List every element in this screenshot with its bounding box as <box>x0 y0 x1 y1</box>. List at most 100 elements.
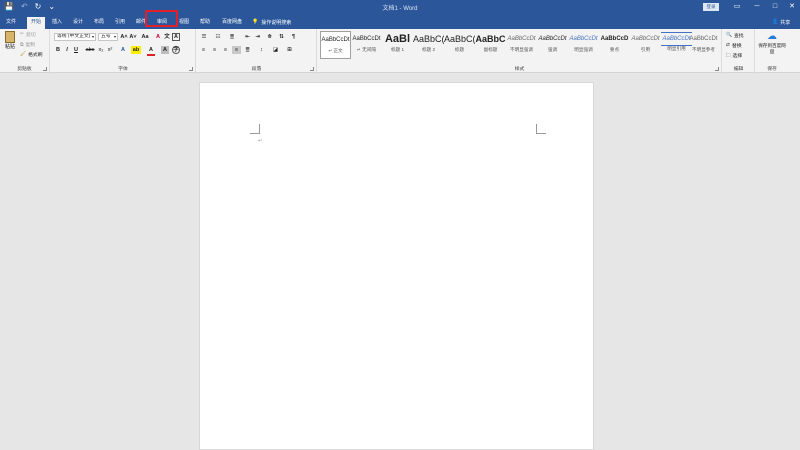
sort-icon[interactable]: ⇅ <box>277 33 286 41</box>
ribbon-display-icon[interactable]: ▭ <box>730 1 744 12</box>
style-sample: AaBbC( <box>444 34 475 44</box>
replace-button[interactable]: ⇄ 替换 <box>726 42 742 49</box>
maximize-icon[interactable]: □ <box>768 1 782 12</box>
paste-button[interactable]: 粘贴 <box>2 31 18 50</box>
strikethrough-button[interactable]: abc <box>85 46 95 54</box>
clear-format-button[interactable]: A <box>154 33 162 41</box>
distributed-icon[interactable]: ≣ <box>243 46 252 54</box>
document-title: 文档1 - Word <box>382 6 418 12</box>
close-icon[interactable]: ✕ <box>785 1 799 12</box>
style-sample: AaBbCcDt <box>321 37 350 43</box>
style-subtle-emphasis[interactable]: AaBbCcDt 不明显强调 <box>506 31 537 59</box>
font-name-select[interactable]: 等线 (中文正文) ▾ <box>54 33 96 41</box>
paragraph-launcher-icon[interactable] <box>310 67 314 71</box>
change-case-button[interactable]: Aa <box>140 33 150 41</box>
style-subtle-reference[interactable]: AaBbCcDt 不明显参考 <box>688 31 719 59</box>
lightbulb-icon: 💡 <box>252 19 259 25</box>
chevron-down-icon: ▾ <box>113 34 116 39</box>
bullets-icon[interactable]: ☰ <box>199 33 209 41</box>
tab-home[interactable]: 开始 <box>27 17 45 29</box>
find-label: 查找 <box>733 34 744 39</box>
chinese-layout-icon[interactable]: ⟰ <box>265 33 274 41</box>
font-size-select[interactable]: 五号 ▾ <box>98 33 118 41</box>
login-button[interactable]: 登录 <box>703 3 719 11</box>
replace-icon: ⇄ <box>726 43 731 48</box>
margin-corner-top-left <box>250 124 260 134</box>
borders-icon[interactable]: ⊞ <box>285 46 294 54</box>
save-group-label: 保存 <box>767 67 777 72</box>
line-spacing-icon[interactable]: ↕ <box>257 46 266 54</box>
tab-baidu-netdisk[interactable]: 百度网盘 <box>218 17 246 28</box>
editing-group-label: 编辑 <box>733 67 744 72</box>
shading-icon[interactable]: ◪ <box>271 46 280 54</box>
subscript-button[interactable]: x₂ <box>97 46 105 54</box>
chevron-down-icon: ▾ <box>91 34 94 39</box>
font-color-button[interactable]: A <box>147 46 155 56</box>
tab-insert[interactable]: 插入 <box>48 17 66 28</box>
enclose-characters-button[interactable]: 字 <box>172 46 180 54</box>
underline-button[interactable]: U <box>72 46 80 54</box>
styles-gallery: AaBbCcDt ↵ 正文 AaBbCcDt ↵ 无间隔 AaBl 标题 1 A… <box>318 31 720 61</box>
numbering-icon[interactable]: ☷ <box>213 33 223 41</box>
style-intense-emphasis[interactable]: AaBbCcDt 明显强调 <box>568 31 599 59</box>
shrink-font-button[interactable]: A˅ <box>129 33 137 41</box>
copy-button[interactable]: ⧉ 复制 <box>20 41 35 49</box>
style-normal[interactable]: AaBbCcDt ↵ 正文 <box>320 31 351 59</box>
style-emphasis[interactable]: AaBbCcDt 强调 <box>537 31 568 59</box>
style-title[interactable]: AaBbC( 标题 <box>444 31 475 59</box>
style-name: 不明显强调 <box>510 47 533 52</box>
multilevel-list-icon[interactable]: ≣ <box>227 33 237 41</box>
superscript-button[interactable]: x² <box>106 46 114 54</box>
tab-file[interactable]: 文件 <box>2 17 20 28</box>
tell-me-search[interactable]: 💡 操作说明搜索 <box>252 19 291 26</box>
tab-design[interactable]: 设计 <box>69 17 87 28</box>
style-sample: AaBbCcDt <box>538 36 567 42</box>
style-no-spacing[interactable]: AaBbCcDt ↵ 无间隔 <box>351 31 382 59</box>
cut-label: 剪切 <box>26 33 36 38</box>
decrease-indent-icon[interactable]: ⇤ <box>243 33 252 41</box>
style-name: ↵ 正文 <box>328 48 343 53</box>
styles-launcher-icon[interactable] <box>715 67 719 71</box>
paragraph-group-label: 段落 <box>251 67 262 72</box>
style-sample: AaBbCcDt <box>569 36 598 42</box>
document-page[interactable]: ↵ <box>199 82 594 450</box>
tab-layout[interactable]: 布局 <box>90 17 108 28</box>
align-center-icon[interactable]: ≡ <box>210 46 219 54</box>
justify-icon[interactable]: ≡ <box>232 46 241 54</box>
show-marks-icon[interactable]: ¶ <box>289 33 298 41</box>
grow-font-button[interactable]: A˄ <box>120 33 128 41</box>
align-left-icon[interactable]: ≡ <box>199 46 208 54</box>
tab-help[interactable]: 帮助 <box>196 17 214 28</box>
highlight-color-button[interactable]: ab <box>131 46 141 54</box>
increase-indent-icon[interactable]: ⇥ <box>253 33 262 41</box>
style-sample: AaBbCcD <box>600 36 629 42</box>
phonetic-guide-button[interactable]: 文 <box>163 33 171 41</box>
style-strong[interactable]: AaBbCcD 要点 <box>599 31 630 59</box>
save-to-baidu-button[interactable]: ☁ 保存到百度网盘 <box>758 31 786 54</box>
styles-group-label: 样式 <box>514 67 525 72</box>
paragraph-mark: ↵ <box>258 138 263 144</box>
style-sample: AaBbCcDt <box>631 36 660 42</box>
tab-references[interactable]: 引用 <box>111 17 129 28</box>
character-shading-button[interactable]: A <box>161 46 169 54</box>
find-button[interactable]: 🔍 查找 <box>726 32 744 39</box>
select-button[interactable]: ⬚ 选择 <box>726 52 742 59</box>
format-painter-button[interactable]: 🖌 格式刷 <box>20 51 43 58</box>
text-effects-button[interactable]: A <box>119 46 127 54</box>
style-heading-2[interactable]: AaBbC( 标题 2 <box>413 31 444 59</box>
align-right-icon[interactable]: ≡ <box>221 46 230 54</box>
minimize-icon[interactable]: ─ <box>750 1 764 12</box>
style-name: 标题 1 <box>390 47 405 52</box>
style-subtitle[interactable]: AaBbC 副标题 <box>475 31 506 59</box>
share-button[interactable]: 👤 共享 <box>772 19 790 26</box>
font-launcher-icon[interactable] <box>189 67 193 71</box>
style-quote[interactable]: AaBbCcDt 引用 <box>630 31 661 59</box>
italic-button[interactable]: I <box>63 46 71 54</box>
bold-button[interactable]: B <box>54 46 62 54</box>
editing-group: 🔍 查找 ⇄ 替换 ⬚ 选择 编辑 <box>723 29 755 73</box>
style-sample: AaBbC( <box>413 34 444 44</box>
cut-button[interactable]: ✂ 剪切 <box>20 31 36 38</box>
character-border-button[interactable]: A <box>172 33 180 41</box>
clipboard-launcher-icon[interactable] <box>43 67 47 71</box>
style-heading-1[interactable]: AaBl 标题 1 <box>382 31 413 59</box>
